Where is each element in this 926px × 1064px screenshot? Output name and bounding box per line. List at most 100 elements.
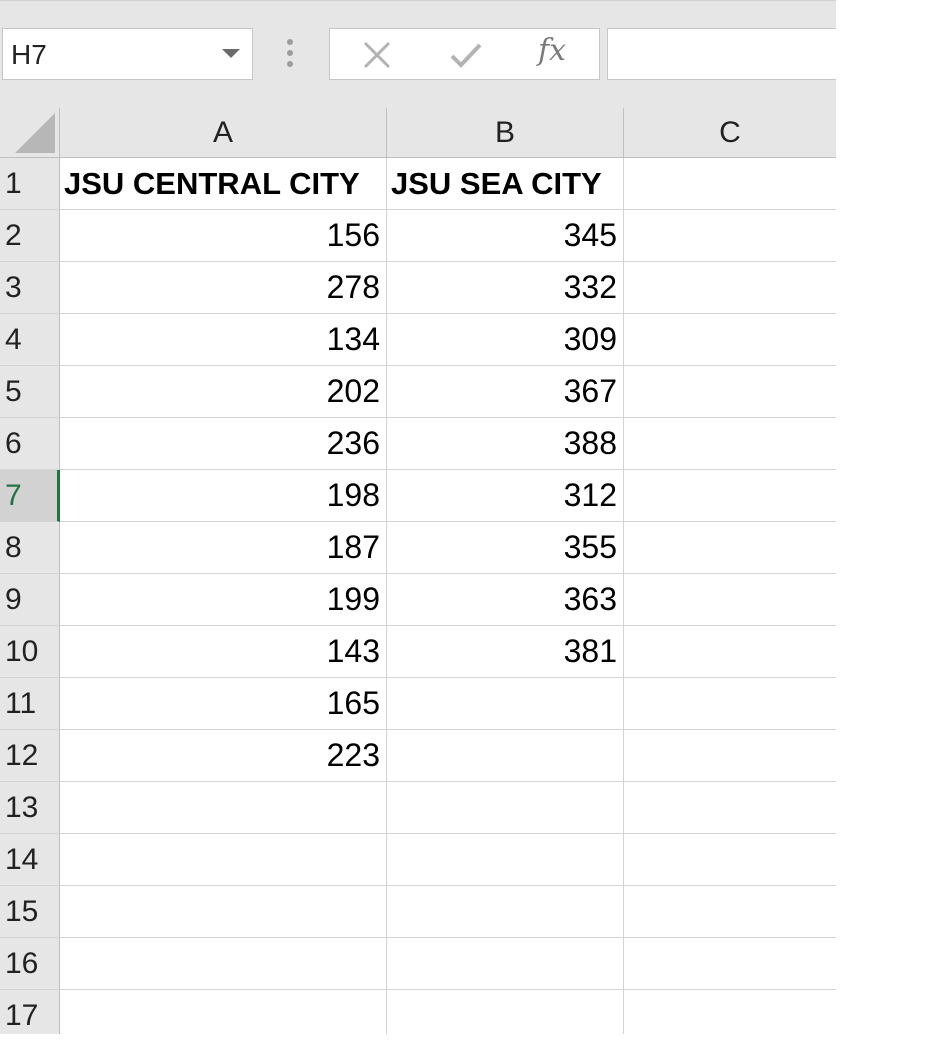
cell-b14[interactable] xyxy=(387,834,624,886)
cell-c10[interactable] xyxy=(624,626,836,678)
cell-c4[interactable] xyxy=(624,314,836,366)
cell-c2[interactable] xyxy=(624,210,836,262)
cell-a1[interactable]: JSU CENTRAL CITY xyxy=(60,158,387,210)
cell-a12[interactable]: 223 xyxy=(60,730,387,782)
cell-c7[interactable] xyxy=(624,470,836,522)
table-row: 10 143 381 xyxy=(0,626,836,678)
cell-c15[interactable] xyxy=(624,886,836,938)
cell-a9[interactable]: 199 xyxy=(60,574,387,626)
row-header[interactable]: 1 xyxy=(0,158,60,210)
select-all-button[interactable] xyxy=(0,108,60,158)
cell-b11[interactable] xyxy=(387,678,624,730)
formula-buttons: fx xyxy=(329,28,600,80)
column-header-b[interactable]: B xyxy=(387,108,624,158)
cell-a15[interactable] xyxy=(60,886,387,938)
cell-c17[interactable] xyxy=(624,990,836,1034)
row-header[interactable]: 16 xyxy=(0,938,60,990)
cell-c12[interactable] xyxy=(624,730,836,782)
cell-a5[interactable]: 202 xyxy=(60,366,387,418)
cell-a6[interactable]: 236 xyxy=(60,418,387,470)
cell-a11[interactable]: 165 xyxy=(60,678,387,730)
cell-c3[interactable] xyxy=(624,262,836,314)
table-row: 11 165 xyxy=(0,678,836,730)
cell-a7[interactable]: 198 xyxy=(60,470,387,522)
cell-b1[interactable]: JSU SEA CITY xyxy=(387,158,624,210)
table-row: 3 278 332 xyxy=(0,262,836,314)
row-header[interactable]: 10 xyxy=(0,626,60,678)
cell-c14[interactable] xyxy=(624,834,836,886)
chevron-down-icon[interactable] xyxy=(222,49,240,58)
cell-a4[interactable]: 134 xyxy=(60,314,387,366)
cell-a2[interactable]: 156 xyxy=(60,210,387,262)
cell-b7[interactable]: 312 xyxy=(387,470,624,522)
table-row: 7 198 312 xyxy=(0,470,836,522)
cell-b10[interactable]: 381 xyxy=(387,626,624,678)
cell-a16[interactable] xyxy=(60,938,387,990)
checkmark-icon[interactable] xyxy=(448,38,484,72)
column-headers: A B C xyxy=(60,108,836,158)
row-header[interactable]: 7 xyxy=(0,470,60,522)
table-row: 8 187 355 xyxy=(0,522,836,574)
cell-b9[interactable]: 363 xyxy=(387,574,624,626)
row-header[interactable]: 17 xyxy=(0,990,60,1034)
cell-b13[interactable] xyxy=(387,782,624,834)
table-row: 17 xyxy=(0,990,836,1034)
table-row: 6 236 388 xyxy=(0,418,836,470)
cell-c6[interactable] xyxy=(624,418,836,470)
cell-a10[interactable]: 143 xyxy=(60,626,387,678)
table-row: 16 xyxy=(0,938,836,990)
table-row: 1 JSU CENTRAL CITY JSU SEA CITY xyxy=(0,158,836,210)
row-header[interactable]: 4 xyxy=(0,314,60,366)
column-header-a[interactable]: A xyxy=(60,108,387,158)
cell-b12[interactable] xyxy=(387,730,624,782)
row-header[interactable]: 9 xyxy=(0,574,60,626)
cell-c13[interactable] xyxy=(624,782,836,834)
table-row: 14 xyxy=(0,834,836,886)
drag-handle-icon[interactable] xyxy=(287,39,293,71)
cell-b17[interactable] xyxy=(387,990,624,1034)
table-row: 4 134 309 xyxy=(0,314,836,366)
row-header[interactable]: 3 xyxy=(0,262,60,314)
cell-a14[interactable] xyxy=(60,834,387,886)
row-header[interactable]: 6 xyxy=(0,418,60,470)
cell-b4[interactable]: 309 xyxy=(387,314,624,366)
table-row: 13 xyxy=(0,782,836,834)
formula-input[interactable] xyxy=(607,28,836,80)
table-row: 9 199 363 xyxy=(0,574,836,626)
cell-a17[interactable] xyxy=(60,990,387,1034)
cell-a13[interactable] xyxy=(60,782,387,834)
table-row: 5 202 367 xyxy=(0,366,836,418)
row-header[interactable]: 8 xyxy=(0,522,60,574)
column-header-c[interactable]: C xyxy=(624,108,836,158)
spreadsheet-app: H7 fx A B C 1 JSU CENTRAL CITY JSU SEA CI xyxy=(0,0,926,1064)
row-header[interactable]: 2 xyxy=(0,210,60,262)
insert-function-icon[interactable]: fx xyxy=(538,33,566,68)
rows-container: 1 JSU CENTRAL CITY JSU SEA CITY 2 156 345 3 278… xyxy=(0,158,836,1034)
cell-b3[interactable]: 332 xyxy=(387,262,624,314)
cell-b8[interactable]: 355 xyxy=(387,522,624,574)
cancel-icon[interactable] xyxy=(360,38,394,72)
row-header[interactable]: 14 xyxy=(0,834,60,886)
cell-c9[interactable] xyxy=(624,574,836,626)
name-box-value: H7 xyxy=(11,39,47,70)
formula-bar: H7 fx xyxy=(0,0,836,108)
cell-a3[interactable]: 278 xyxy=(60,262,387,314)
cell-a8[interactable]: 187 xyxy=(60,522,387,574)
cell-c16[interactable] xyxy=(624,938,836,990)
worksheet-grid: A B C 1 JSU CENTRAL CITY JSU SEA CITY 2 156 3… xyxy=(0,108,836,1034)
row-header[interactable]: 13 xyxy=(0,782,60,834)
cell-b2[interactable]: 345 xyxy=(387,210,624,262)
cell-c1[interactable] xyxy=(624,158,836,210)
row-header[interactable]: 12 xyxy=(0,730,60,782)
cell-c11[interactable] xyxy=(624,678,836,730)
row-header[interactable]: 15 xyxy=(0,886,60,938)
cell-b6[interactable]: 388 xyxy=(387,418,624,470)
row-header[interactable]: 5 xyxy=(0,366,60,418)
cell-b16[interactable] xyxy=(387,938,624,990)
cell-c5[interactable] xyxy=(624,366,836,418)
cell-b15[interactable] xyxy=(387,886,624,938)
row-header[interactable]: 11 xyxy=(0,678,60,730)
cell-b5[interactable]: 367 xyxy=(387,366,624,418)
cell-c8[interactable] xyxy=(624,522,836,574)
name-box[interactable]: H7 xyxy=(2,28,253,80)
